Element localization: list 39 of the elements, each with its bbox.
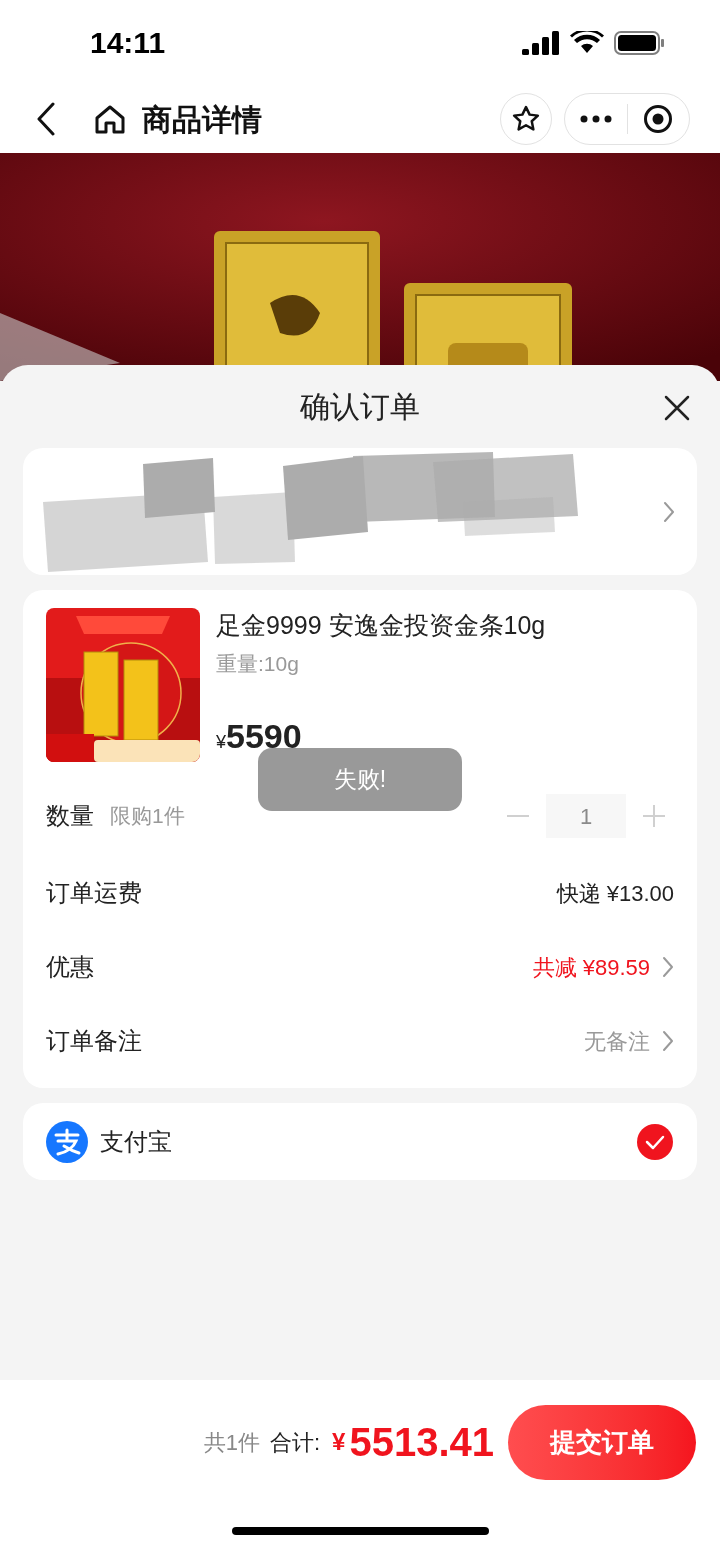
more-icon (579, 115, 612, 123)
product-title: 足金9999 安逸金投资金条10g (216, 610, 547, 641)
close-icon (664, 395, 690, 421)
payment-option[interactable]: 支付宝 (23, 1103, 697, 1180)
plus-icon (643, 805, 665, 827)
page-title: 商品详情 (142, 101, 262, 138)
row-label: 订单运费 (46, 878, 142, 908)
item-count: 共1件 (203, 1428, 260, 1457)
toast: 失败! (258, 748, 462, 811)
chevron-right-icon (663, 500, 675, 523)
row-label: 订单备注 (46, 1026, 142, 1056)
currency-sign: ¥ (216, 732, 226, 754)
minus-icon (507, 815, 529, 817)
quantity-label: 数量 (46, 801, 94, 831)
battery-icon (614, 29, 666, 56)
row-label: 优惠 (46, 952, 94, 982)
row-value: 快递 ¥13.00 (556, 879, 674, 908)
back-icon (36, 102, 56, 136)
wifi-icon (570, 30, 604, 55)
payment-label: 支付宝 (100, 1126, 172, 1157)
row-value[interactable]: 共减 ¥89.59 (532, 950, 650, 984)
radio-check-icon[interactable] (636, 1122, 674, 1161)
purchase-limit: 限购1件 (110, 803, 185, 830)
alipay-icon (46, 1120, 88, 1163)
total-currency: ¥ (332, 1427, 346, 1457)
chevron-right-icon (662, 1030, 674, 1052)
product-spec: 重量:10g (216, 651, 300, 677)
sheet-title: 确认订单 (300, 389, 420, 425)
signal-icon (522, 30, 560, 55)
home-icon (94, 103, 126, 135)
row-value[interactable]: 无备注 (584, 1024, 650, 1058)
total-amount: 5513.41 (349, 1419, 494, 1466)
close-button[interactable] (662, 393, 692, 423)
chevron-right-icon (662, 956, 674, 978)
star-icon (511, 104, 541, 134)
total-label: 合计: (269, 1428, 321, 1457)
status-time: 14:11 (90, 25, 166, 61)
submit-order-button[interactable]: 提交订单 (508, 1404, 696, 1480)
target-icon (643, 104, 674, 134)
